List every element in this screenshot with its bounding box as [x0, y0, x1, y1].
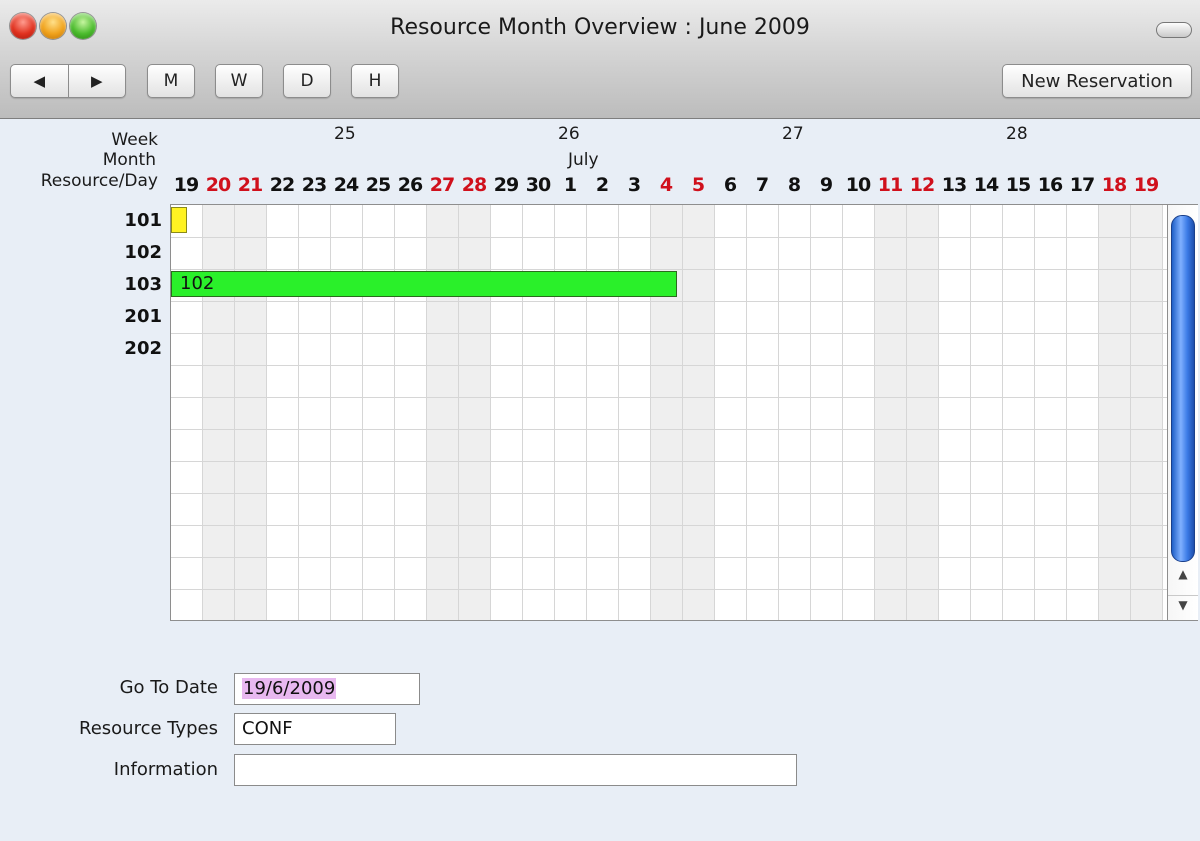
week-number: 28 [1006, 124, 1028, 144]
week-row-label: Week [111, 130, 158, 150]
day-number: 2 [595, 174, 609, 196]
resource-day-label: Resource/Day [40, 171, 158, 191]
day-number: 13 [941, 174, 967, 196]
day-number: 1 [563, 174, 577, 196]
row-divider [171, 397, 1167, 398]
day-number: 25 [365, 174, 391, 196]
week-view-button[interactable]: W [215, 64, 263, 98]
resource-label[interactable]: 102 [80, 242, 162, 263]
row-divider [171, 301, 1167, 302]
day-number: 15 [1005, 174, 1031, 196]
row-divider [171, 237, 1167, 238]
scroll-thumb[interactable] [1171, 215, 1195, 562]
new-reservation-button[interactable]: New Reservation [1002, 64, 1192, 98]
resource-label[interactable]: 103 [80, 274, 162, 295]
reservation-bar[interactable]: 102 [171, 271, 677, 297]
day-number: 28 [461, 174, 487, 196]
window-title: Resource Month Overview : June 2009 [390, 15, 810, 40]
day-number: 7 [755, 174, 769, 196]
row-divider [171, 429, 1167, 430]
row-divider [171, 269, 1167, 270]
day-number: 6 [723, 174, 737, 196]
resource-types-label: Resource Types [79, 718, 218, 739]
day-number: 30 [525, 174, 551, 196]
day-number: 27 [429, 174, 455, 196]
day-number: 10 [845, 174, 871, 196]
next-button[interactable]: ▶ [69, 65, 126, 97]
toolbar-toggle-button[interactable] [1156, 22, 1192, 38]
day-header-row: 19 20 21 22 23 24 25 26 27 28 29 30 1 2 3 4 5 6 7 8 9 10 11 12 1… [170, 174, 1170, 198]
resource-types-field[interactable]: CONF [234, 713, 396, 745]
day-number: 20 [205, 174, 231, 196]
go-to-date-value: 19/6/2009 [242, 678, 337, 699]
next-arrow-icon: ▶ [90, 72, 103, 90]
day-number: 8 [787, 174, 801, 196]
row-divider [171, 557, 1167, 558]
week-number: 27 [782, 124, 804, 144]
day-number: 26 [397, 174, 423, 196]
resource-label[interactable]: 202 [80, 338, 162, 359]
resource-month-window: Resource Month Overview : June 2009 ◀ ▶ … [0, 0, 1200, 841]
reservation-bar[interactable] [171, 207, 187, 233]
week-number: 26 [558, 124, 580, 144]
day-number: 16 [1037, 174, 1063, 196]
day-number: 23 [301, 174, 327, 196]
day-number: 18 [1101, 174, 1127, 196]
title-bar: Resource Month Overview : June 2009 ◀ ▶ … [0, 0, 1200, 119]
row-divider [171, 365, 1167, 366]
information-label: Information [113, 759, 218, 780]
day-number: 17 [1069, 174, 1095, 196]
day-number: 19 [173, 174, 199, 196]
go-to-date-label: Go To Date [119, 677, 218, 698]
day-number: 14 [973, 174, 999, 196]
day-number: 11 [877, 174, 903, 196]
reservation-grid[interactable]: 102 [170, 204, 1168, 621]
resource-label[interactable]: 101 [80, 210, 162, 231]
week-number: 25 [334, 124, 356, 144]
day-number: 22 [269, 174, 295, 196]
row-divider [171, 333, 1167, 334]
month-name: July [568, 150, 599, 170]
day-number: 12 [909, 174, 935, 196]
month-row-label: Month [102, 150, 156, 170]
scroll-down-arrow-icon[interactable]: ▼ [1168, 595, 1198, 614]
resource-label[interactable]: 201 [80, 306, 162, 327]
day-number: 3 [627, 174, 641, 196]
day-number: 29 [493, 174, 519, 196]
scroll-up-arrow-icon[interactable]: ▲ [1168, 565, 1198, 583]
day-number: 19 [1133, 174, 1159, 196]
hour-view-button[interactable]: H [351, 64, 399, 98]
nav-button-group: ◀ ▶ [10, 64, 126, 98]
previous-button[interactable]: ◀ [11, 65, 68, 97]
prev-arrow-icon: ◀ [33, 72, 46, 90]
day-number: 21 [237, 174, 263, 196]
row-divider [171, 461, 1167, 462]
go-to-date-field[interactable]: 19/6/2009 [234, 673, 420, 705]
row-divider [171, 525, 1167, 526]
day-number: 5 [691, 174, 705, 196]
day-number: 4 [659, 174, 673, 196]
information-field[interactable] [234, 754, 797, 786]
vertical-scrollbar[interactable]: ▲ ▼ [1168, 204, 1198, 621]
month-view-button[interactable]: M [147, 64, 195, 98]
day-view-button[interactable]: D [283, 64, 331, 98]
day-number: 24 [333, 174, 359, 196]
day-number: 9 [819, 174, 833, 196]
row-divider [171, 589, 1167, 590]
row-divider [171, 493, 1167, 494]
